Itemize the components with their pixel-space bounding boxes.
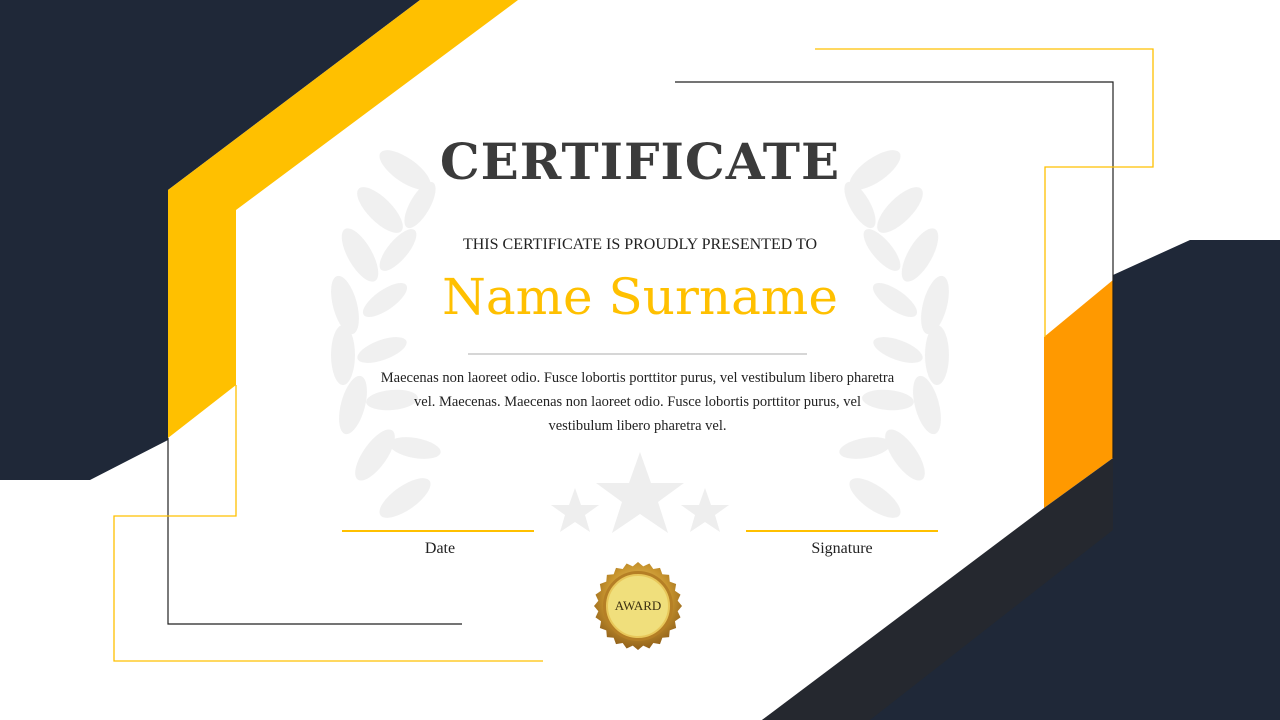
star-icon (681, 488, 729, 532)
certificate-subtitle: THIS CERTIFICATE IS PROUDLY PRESENTED TO (462, 236, 818, 253)
star-icon (551, 488, 599, 532)
star-icon-group (551, 452, 729, 533)
signature-label: Signature (811, 540, 873, 557)
certificate-body-text: Maecenas non laoreet odio. Fusce loborti… (380, 370, 895, 434)
name-divider (468, 353, 807, 355)
date-line (342, 530, 534, 532)
seal-label: AWARD (614, 598, 662, 613)
certificate-slide: CERTIFICATE THIS CERTIFICATE IS PROUDLY … (0, 0, 1280, 720)
recipient-name: Name Surname (442, 268, 838, 326)
star-icon (596, 452, 684, 533)
laurel-left-branch (331, 150, 441, 518)
certificate-title: CERTIFICATE (439, 132, 841, 191)
signature-line (746, 530, 938, 532)
laurel-right-branch (839, 150, 949, 518)
date-label: Date (424, 540, 456, 557)
